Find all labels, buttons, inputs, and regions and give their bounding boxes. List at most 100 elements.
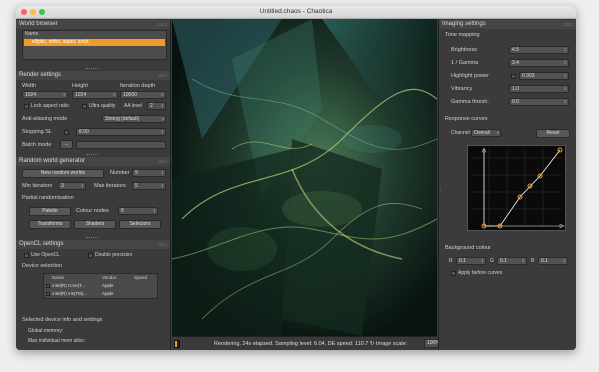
splitter-grip-icon[interactable]: ⋮ bbox=[438, 186, 443, 194]
reset-curve-button[interactable]: Reset bbox=[536, 129, 570, 138]
response-curve-graph[interactable] bbox=[468, 146, 565, 230]
number-label: Number bbox=[110, 170, 130, 176]
vibrancy-label: Vibrancy bbox=[451, 86, 473, 92]
channel-select[interactable]: Overall ▾ bbox=[471, 129, 501, 137]
aa-level-label: AA level bbox=[124, 103, 143, 109]
brightness-field[interactable]: 4.5 ⇕ bbox=[509, 46, 569, 54]
highlight-power-checkbox[interactable] bbox=[511, 74, 516, 79]
width-field[interactable]: 1024 ⇕ bbox=[22, 91, 68, 99]
chevron-down-icon: ▾ bbox=[161, 116, 164, 121]
imaging-settings-title: Imaging settings bbox=[442, 21, 486, 27]
opencl-title: OpenCL settings bbox=[19, 241, 64, 247]
stopping-sl-field[interactable]: 8.00 ⇕ bbox=[76, 128, 166, 136]
device-checkbox[interactable] bbox=[46, 292, 50, 296]
new-random-worlds-button[interactable]: New random worlds bbox=[22, 169, 104, 178]
use-opencl-label: Use OpenCL bbox=[31, 252, 60, 258]
number-field[interactable]: 9 ⇕ bbox=[132, 169, 166, 177]
dock-float-icon[interactable]: ▭▭ bbox=[158, 158, 167, 167]
chevron-down-icon: ▾ bbox=[496, 130, 499, 135]
min-iterators-field[interactable]: 3 ⇕ bbox=[58, 182, 86, 190]
vibrancy-field[interactable]: 1.0 ⇕ bbox=[509, 85, 569, 93]
spin-arrows-icon: ⇕ bbox=[563, 99, 567, 104]
spin-arrows-icon: ⇕ bbox=[521, 258, 525, 263]
left-panel: World browser ▭▭ Name elliptic, ortho, s… bbox=[16, 19, 171, 350]
app-window: Untitled.chaos - Chaotica World browser … bbox=[16, 6, 576, 350]
response-curve-editor[interactable] bbox=[467, 145, 566, 231]
aa-level-field[interactable]: 2 ⇕ bbox=[147, 102, 166, 110]
status-text: Rendering, 24s elapsed. Sampling level: … bbox=[214, 341, 408, 347]
dock-float-icon[interactable]: ▭▭ bbox=[158, 72, 167, 81]
min-iterators-label: Min iterators bbox=[22, 183, 53, 189]
spin-arrows-icon: ⇕ bbox=[563, 60, 567, 65]
gamma-field[interactable]: 3.4 ⇕ bbox=[509, 59, 569, 67]
fractal-render-image bbox=[172, 19, 437, 336]
spin-arrows-icon: ⇕ bbox=[112, 92, 116, 97]
world-list-item-selected[interactable]: elliptic, ortho, super, scryt. bbox=[24, 39, 165, 46]
selected-device-info-label: Selected device info and settings bbox=[22, 317, 103, 323]
device-column-vendor[interactable]: Vendor bbox=[102, 274, 116, 281]
spin-arrows-icon: ⇕ bbox=[160, 170, 164, 175]
dock-float-icon[interactable]: ▭▭ bbox=[564, 21, 573, 30]
double-precision-checkbox[interactable] bbox=[88, 253, 93, 258]
apply-before-curves-label: Apply before curves bbox=[458, 270, 503, 276]
batch-mode-browse-button[interactable]: ... bbox=[60, 140, 73, 149]
iteration-depth-label: Iteration depth bbox=[120, 83, 156, 89]
spin-arrows-icon: ⇕ bbox=[80, 183, 84, 188]
channel-label: Channel: bbox=[451, 130, 472, 136]
device-column-name[interactable]: Name bbox=[52, 274, 64, 281]
batch-mode-label: Batch mode bbox=[22, 142, 52, 148]
height-label: Height bbox=[72, 83, 88, 89]
ultra-quality-label: Ultra quality bbox=[89, 103, 116, 109]
device-table[interactable]: Name Vendor Speed Intel(R) Core(T... App… bbox=[43, 273, 158, 299]
selectors-button[interactable]: Selectors bbox=[119, 220, 161, 229]
use-opencl-checkbox[interactable] bbox=[24, 253, 29, 258]
shaders-button[interactable]: Shaders bbox=[74, 220, 116, 229]
colour-nodes-label: Colour nodes bbox=[76, 208, 109, 214]
dock-float-icon[interactable]: ▭▭ bbox=[158, 241, 167, 250]
device-checkbox[interactable] bbox=[46, 284, 50, 288]
double-precision-label: Double precision bbox=[95, 252, 133, 258]
gamma-thresh-label: Gamma thresh. bbox=[451, 99, 489, 105]
spin-arrows-icon: ⇕ bbox=[563, 47, 567, 52]
palette-button[interactable]: Palette bbox=[29, 207, 71, 216]
max-alloc-label: Max individual mem alloc: bbox=[28, 338, 86, 344]
device-selection-label: Device selection bbox=[22, 263, 63, 269]
world-list-header-name[interactable]: Name bbox=[25, 31, 38, 38]
render-canvas[interactable] bbox=[172, 19, 437, 336]
highlight-power-label: Highlight power bbox=[451, 73, 489, 79]
r-field[interactable]: 0.1 ⇕ bbox=[456, 257, 486, 265]
b-field[interactable]: 0.1 ⇕ bbox=[538, 257, 568, 265]
splitter-handle[interactable] bbox=[86, 237, 98, 238]
stopping-sl-checkbox[interactable] bbox=[64, 130, 69, 135]
apply-before-curves-checkbox[interactable] bbox=[451, 271, 456, 276]
device-column-speed[interactable]: Speed bbox=[134, 274, 147, 281]
antialiasing-mode-select[interactable]: Strong (default) ▾ bbox=[102, 115, 166, 123]
splitter-handle[interactable] bbox=[86, 154, 98, 155]
gamma-thresh-field[interactable]: 0.0 ⇕ bbox=[509, 98, 569, 106]
ultra-quality-checkbox[interactable] bbox=[82, 104, 87, 109]
response-curves-label: Response curves bbox=[445, 116, 488, 122]
batch-mode-field[interactable] bbox=[76, 141, 166, 149]
transforms-button[interactable]: Transforms bbox=[29, 220, 71, 229]
world-list[interactable]: Name elliptic, ortho, super, scryt. bbox=[22, 30, 167, 60]
iteration-depth-field[interactable]: 10000 ⇕ bbox=[120, 91, 166, 99]
render-settings-header: Render settings ▭▭ bbox=[16, 71, 170, 80]
lock-aspect-checkbox[interactable] bbox=[24, 104, 29, 109]
render-settings-title: Render settings bbox=[19, 72, 62, 78]
dock-float-icon[interactable]: ▭▭ bbox=[158, 21, 167, 30]
render-progress-bar bbox=[174, 340, 180, 348]
brightness-label: Brightness bbox=[451, 47, 477, 53]
splitter-handle[interactable] bbox=[86, 68, 98, 69]
g-label: G bbox=[490, 258, 494, 264]
global-memory-label: Global memory: bbox=[28, 328, 64, 334]
highlight-power-field[interactable]: 0.303 ⇕ bbox=[519, 72, 569, 80]
g-field[interactable]: 0.1 ⇕ bbox=[497, 257, 527, 265]
stopping-sl-label: Stopping SL bbox=[22, 129, 52, 135]
height-field[interactable]: 1024 ⇕ bbox=[72, 91, 118, 99]
spin-arrows-icon: ⇕ bbox=[563, 86, 567, 91]
gamma-label: 1 / Gamma bbox=[451, 60, 479, 66]
colour-nodes-field[interactable]: 8 ⇕ bbox=[118, 207, 158, 215]
max-iterators-field[interactable]: 5 ⇕ bbox=[132, 182, 166, 190]
max-iterators-label: Max iterators bbox=[94, 183, 126, 189]
opencl-header: OpenCL settings ▭▭ bbox=[16, 240, 170, 249]
